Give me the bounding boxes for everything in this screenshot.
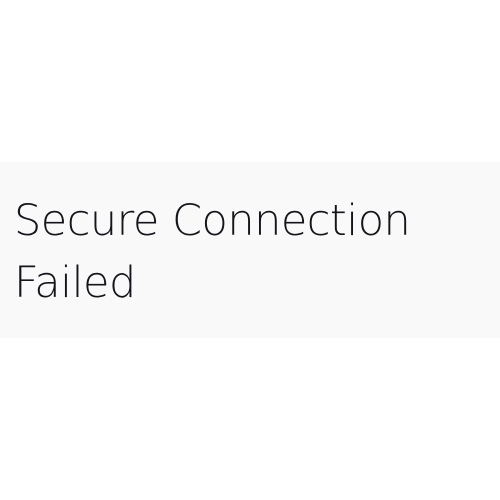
error-title-band: Secure Connection Failed	[0, 162, 500, 338]
error-page-title: Secure Connection Failed	[14, 196, 411, 308]
